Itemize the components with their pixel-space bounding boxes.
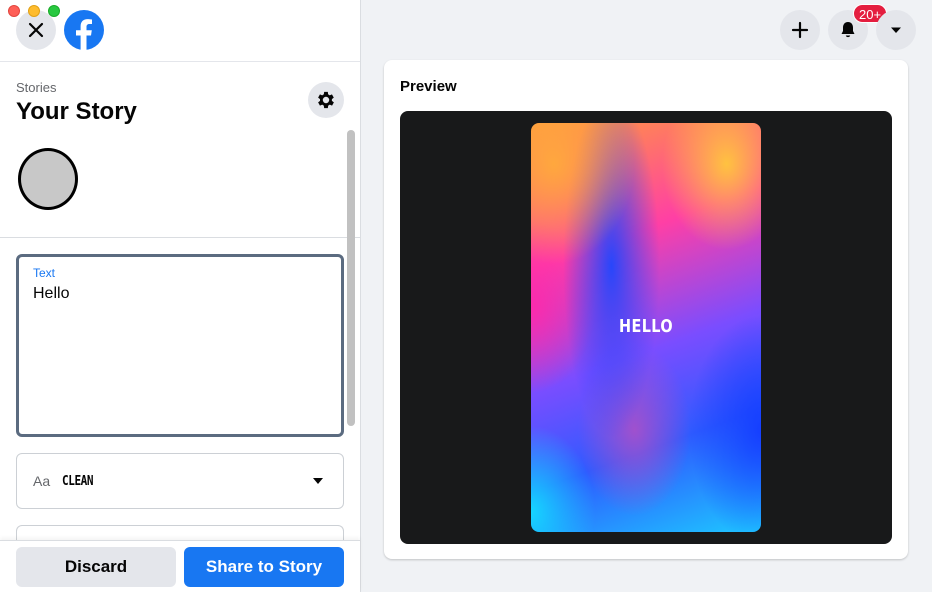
create-button[interactable] <box>780 10 820 50</box>
close-icon <box>28 22 44 38</box>
text-field-value[interactable]: Hello <box>33 285 327 303</box>
story-preview-card: HELLO <box>531 123 761 532</box>
text-field-label: Text <box>33 266 56 280</box>
caret-down-icon <box>891 27 901 33</box>
story-preview-text: HELLO <box>619 316 673 337</box>
preview-panel: Preview HELLO <box>384 60 908 559</box>
gear-icon <box>318 91 334 109</box>
bell-icon <box>841 22 855 38</box>
story-settings-button[interactable] <box>308 82 344 118</box>
story-text-field[interactable]: Text Hello <box>16 254 344 437</box>
preview-title: Preview <box>400 78 457 95</box>
share-to-story-button[interactable]: Share to Story <box>184 547 344 587</box>
avatar <box>18 148 78 210</box>
window-close-button[interactable] <box>8 5 20 17</box>
window-zoom-button[interactable] <box>48 5 60 17</box>
plus-icon <box>791 21 809 39</box>
selected-font: CLEAN <box>62 473 94 489</box>
window-minimize-button[interactable] <box>28 5 40 17</box>
sidebar-footer: Discard Share to Story <box>0 540 360 592</box>
font-icon: Aa <box>33 473 51 489</box>
font-style-dropdown[interactable]: Aa CLEAN <box>16 453 344 509</box>
sidebar-scroll-area: Stories Your Story Text Hello Aa CLEAN <box>0 62 360 540</box>
discard-button[interactable]: Discard <box>16 547 176 587</box>
preview-stage: HELLO <box>400 111 892 544</box>
facebook-logo[interactable] <box>64 10 104 50</box>
account-menu-button[interactable] <box>876 10 916 50</box>
divider <box>0 237 360 238</box>
story-editor-sidebar: Stories Your Story Text Hello Aa CLEAN D… <box>0 0 361 592</box>
sidebar-scrollbar[interactable] <box>347 130 355 426</box>
page-title: Your Story <box>16 98 137 125</box>
background-selector-card[interactable] <box>16 525 344 540</box>
chevron-down-icon <box>313 478 323 484</box>
window-controls <box>8 5 60 17</box>
section-label: Stories <box>16 80 57 95</box>
